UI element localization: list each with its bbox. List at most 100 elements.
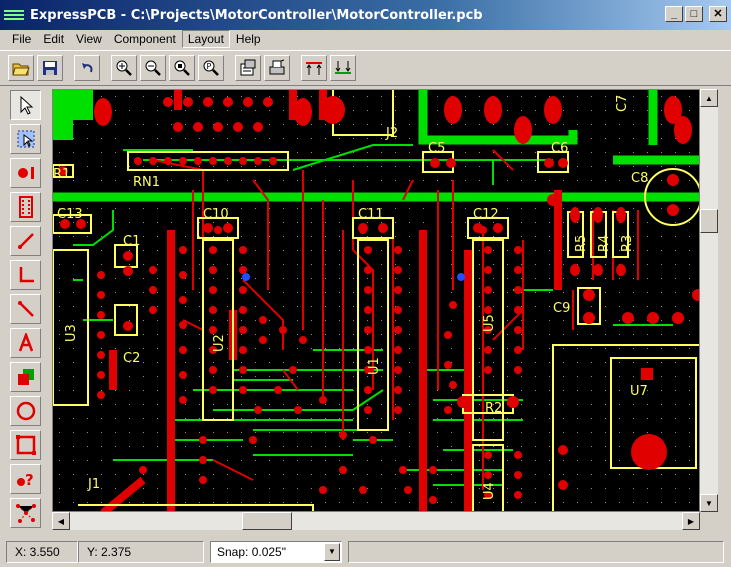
menu-edit[interactable]: Edit [37, 30, 70, 48]
menu-view[interactable]: View [70, 30, 108, 48]
scroll-left-button[interactable]: ◀ [52, 512, 70, 530]
snap-dropdown-button[interactable]: ▼ [324, 542, 340, 561]
tool-draw-corner[interactable] [10, 260, 41, 290]
tool-draw-diagonal[interactable] [10, 294, 41, 324]
fill-planes-icon [17, 369, 34, 385]
zoom-in-icon [116, 60, 132, 76]
print-icon [269, 59, 285, 75]
open-button[interactable] [8, 55, 34, 81]
zoom-out-icon [145, 60, 161, 76]
tool-query[interactable]: ? [10, 464, 41, 494]
place-component-icon [18, 196, 33, 218]
scroll-down-button[interactable]: ▼ [700, 494, 718, 512]
tool-select[interactable] [10, 90, 41, 120]
label-r3: R3 [620, 235, 635, 252]
draw-diagonal-icon [17, 301, 34, 317]
window-title: ExpressPCB - C:\Projects\MotorController… [30, 7, 483, 23]
label-c5: C5 [428, 141, 445, 156]
bottom-layer-button[interactable] [330, 55, 356, 81]
label-r5: R5 [574, 235, 589, 252]
print-button[interactable] [264, 55, 290, 81]
minimize-button[interactable]: _ [665, 6, 683, 22]
arrow-up-icon: ▲ [705, 93, 713, 103]
maximize-icon: □ [690, 7, 698, 20]
select-pointer-icon [20, 95, 33, 115]
title-bar: ExpressPCB - C:\Projects\MotorController… [0, 0, 731, 30]
menu-component[interactable]: Component [108, 30, 182, 48]
tool-place-text[interactable] [10, 328, 41, 358]
tool-place-component[interactable] [10, 192, 41, 222]
label-c12: C12 [473, 207, 499, 222]
open-icon [12, 63, 30, 76]
snap-value: 0.025" [251, 544, 286, 559]
query-icon: ? [16, 471, 33, 489]
top-layer-button[interactable] [301, 55, 327, 81]
toolbar: P [0, 50, 731, 86]
tool-palette: ? [0, 86, 48, 546]
vertical-scroll-thumb[interactable] [700, 209, 718, 233]
tool-place-pad[interactable] [10, 158, 41, 188]
pcb-board[interactable]: J2 R1 RN1 C5 C6 C8 C13 C10 C11 C12 C1 C2… [53, 90, 700, 512]
vertical-scrollbar[interactable]: ▲ ▼ [700, 89, 718, 512]
properties-button[interactable] [235, 55, 261, 81]
label-u2: U2 [212, 334, 227, 352]
label-j2: J2 [385, 126, 398, 141]
label-r2: R2 [485, 401, 502, 416]
place-text-icon [18, 333, 33, 352]
scroll-right-button[interactable]: ▶ [682, 512, 700, 530]
properties-icon [240, 59, 256, 76]
label-u5: U5 [482, 314, 497, 332]
scroll-up-button[interactable]: ▲ [700, 89, 718, 107]
status-message-panel [348, 540, 724, 563]
undo-icon [82, 63, 93, 73]
tool-place-circle[interactable] [10, 396, 41, 426]
tool-select-area[interactable] [10, 124, 41, 154]
arrow-left-icon: ◀ [57, 516, 65, 526]
minimize-icon: _ [670, 7, 678, 20]
pcb-canvas[interactable]: J2 R1 RN1 C5 C6 C8 C13 C10 C11 C12 C1 C2… [52, 89, 700, 512]
via-right [457, 273, 465, 281]
label-u7: U7 [630, 384, 648, 399]
label-c1: C1 [123, 234, 140, 249]
y-coordinate: Y: 2.375 [78, 540, 204, 563]
tool-fill-planes[interactable] [10, 362, 41, 392]
zoom-previous-button[interactable]: P [198, 55, 224, 81]
menu-help[interactable]: Help [230, 30, 267, 48]
tool-place-rectangle[interactable] [10, 430, 41, 460]
label-c13: C13 [57, 207, 83, 222]
close-button[interactable]: ✕ [709, 6, 727, 22]
zoom-fit-button[interactable] [169, 55, 195, 81]
zoom-out-button[interactable] [140, 55, 166, 81]
horizontal-scrollbar[interactable]: ◀ ▶ [52, 512, 700, 530]
svg-text:P: P [207, 62, 212, 71]
save-button[interactable] [37, 55, 63, 81]
place-rectangle-icon [15, 435, 36, 455]
snap-select[interactable]: Snap: 0.025" ▼ [210, 540, 342, 563]
maximize-button[interactable]: □ [685, 6, 703, 22]
menu-layout[interactable]: Layout [181, 30, 230, 48]
menu-bar: File Edit View Component Layout Help [0, 30, 731, 48]
tool-ratsnest[interactable] [10, 498, 41, 528]
draw-corner-icon [19, 267, 34, 283]
ground-plane-left [53, 120, 73, 140]
label-u1: U1 [367, 357, 382, 375]
label-c9: C9 [553, 301, 570, 316]
ratsnest-icon [15, 504, 36, 523]
horizontal-scroll-thumb[interactable] [242, 512, 292, 530]
label-u4: U4 [482, 482, 497, 500]
snap-label: Snap: [217, 544, 249, 559]
label-j1: J1 [87, 477, 100, 492]
label-r4: R4 [597, 235, 612, 252]
label-rn1: RN1 [133, 175, 160, 190]
zoom-in-button[interactable] [111, 55, 137, 81]
tool-draw-trace[interactable] [10, 226, 41, 256]
undo-button[interactable] [74, 55, 100, 81]
expresspcb-app-icon[interactable] [4, 8, 24, 22]
label-c11: C11 [358, 207, 384, 222]
place-circle-icon [16, 401, 35, 421]
menu-file[interactable]: File [6, 30, 37, 48]
place-pad-icon [17, 167, 34, 179]
bottom-layer-icon [335, 61, 351, 74]
via-left [242, 273, 250, 281]
label-c2: C2 [123, 351, 140, 366]
